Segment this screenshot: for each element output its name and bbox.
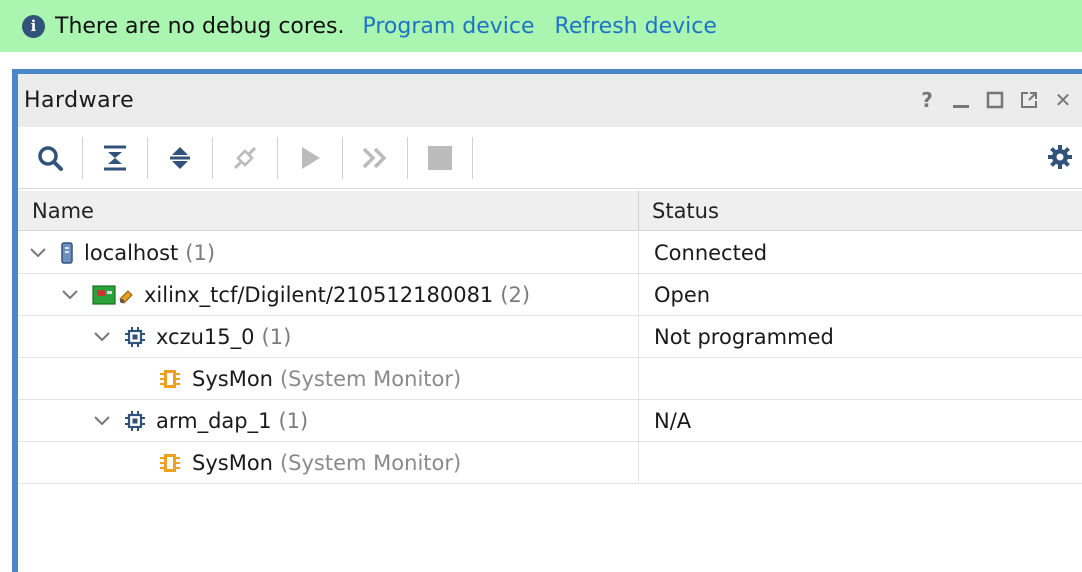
server-icon bbox=[60, 242, 74, 264]
toolbar-separator bbox=[277, 136, 278, 179]
info-banner: i There are no debug cores. Program devi… bbox=[0, 0, 1082, 52]
column-status[interactable]: Status bbox=[652, 199, 719, 223]
help-icon[interactable]: ? bbox=[910, 88, 944, 112]
node-label: xilinx_tcf/Digilent/210512180081 bbox=[144, 283, 494, 307]
collapse-all-icon[interactable] bbox=[95, 138, 135, 178]
close-label: ✕ bbox=[1054, 88, 1072, 112]
toolbar-separator bbox=[472, 136, 473, 179]
window-controls: ? ✕ bbox=[910, 88, 1080, 112]
node-subtitle: (System Monitor) bbox=[279, 367, 462, 391]
sysmon-icon bbox=[160, 452, 180, 474]
column-divider bbox=[638, 400, 639, 442]
chevron-down-icon[interactable] bbox=[92, 411, 112, 431]
run-trigger-icon bbox=[290, 138, 330, 178]
chip-icon bbox=[124, 326, 146, 348]
stop-icon bbox=[420, 138, 460, 178]
hardware-panel: Hardware ? ✕ Name Status localhost (1) C… bbox=[12, 69, 1082, 572]
node-count: (1) bbox=[185, 241, 216, 265]
tree-row-device-arm-dap[interactable]: arm_dap_1 (1) N/A bbox=[18, 400, 1082, 442]
node-status: N/A bbox=[654, 409, 692, 433]
node-count: (1) bbox=[261, 325, 292, 349]
hardware-toolbar bbox=[18, 127, 1082, 189]
tree-row-sysmon[interactable]: SysMon (System Monitor) bbox=[18, 358, 1082, 400]
gear-icon[interactable] bbox=[1046, 143, 1074, 171]
jtag-board-icon bbox=[92, 284, 136, 306]
auto-connect-icon bbox=[225, 138, 265, 178]
info-icon: i bbox=[22, 14, 45, 38]
node-subtitle: (System Monitor) bbox=[279, 451, 462, 475]
tree-row-device-xczu15[interactable]: xczu15_0 (1) Not programmed bbox=[18, 316, 1082, 358]
node-status: Open bbox=[654, 283, 711, 307]
hardware-tree: localhost (1) Connected xilinx_tcf/Digil… bbox=[18, 232, 1082, 484]
panel-titlebar: Hardware ? ✕ bbox=[18, 74, 1082, 127]
column-divider bbox=[638, 274, 639, 316]
toolbar-separator bbox=[342, 136, 343, 179]
node-count: (2) bbox=[500, 283, 531, 307]
node-label: SysMon bbox=[192, 451, 273, 475]
banner-message: There are no debug cores. bbox=[55, 13, 345, 39]
expand-all-icon[interactable] bbox=[160, 138, 200, 178]
toolbar-separator bbox=[147, 136, 148, 179]
panel-title: Hardware bbox=[24, 88, 135, 113]
run-immediate-icon bbox=[355, 138, 395, 178]
maximize-icon[interactable] bbox=[978, 88, 1012, 112]
close-icon[interactable]: ✕ bbox=[1046, 88, 1080, 112]
column-divider bbox=[638, 358, 639, 400]
help-label: ? bbox=[921, 88, 933, 112]
toolbar-separator bbox=[212, 136, 213, 179]
search-icon[interactable] bbox=[30, 138, 70, 178]
node-count: (1) bbox=[278, 409, 309, 433]
chevron-down-icon[interactable] bbox=[28, 243, 48, 263]
node-label: xczu15_0 bbox=[156, 325, 255, 349]
node-status: Not programmed bbox=[654, 325, 834, 349]
refresh-device-link[interactable]: Refresh device bbox=[555, 14, 717, 39]
column-divider bbox=[638, 316, 639, 358]
chevron-down-icon[interactable] bbox=[92, 327, 112, 347]
node-label: SysMon bbox=[192, 367, 273, 391]
tree-row-jtag-target[interactable]: xilinx_tcf/Digilent/210512180081 (2) Ope… bbox=[18, 274, 1082, 316]
node-label: arm_dap_1 bbox=[156, 409, 272, 433]
column-divider[interactable] bbox=[638, 191, 639, 231]
column-divider bbox=[638, 442, 639, 484]
program-device-link[interactable]: Program device bbox=[362, 14, 534, 39]
chip-icon bbox=[124, 410, 146, 432]
column-name[interactable]: Name bbox=[32, 199, 94, 223]
sysmon-icon bbox=[160, 368, 180, 390]
toolbar-separator bbox=[407, 136, 408, 179]
table-header: Name Status bbox=[18, 191, 1082, 231]
chevron-down-icon[interactable] bbox=[60, 285, 80, 305]
tree-row-localhost[interactable]: localhost (1) Connected bbox=[18, 232, 1082, 274]
tree-row-sysmon[interactable]: SysMon (System Monitor) bbox=[18, 442, 1082, 484]
toolbar-separator bbox=[82, 136, 83, 179]
node-status: Connected bbox=[654, 241, 768, 265]
node-label: localhost bbox=[84, 241, 179, 265]
column-divider bbox=[638, 232, 639, 274]
float-icon[interactable] bbox=[1012, 88, 1046, 112]
minimize-icon[interactable] bbox=[944, 88, 978, 112]
